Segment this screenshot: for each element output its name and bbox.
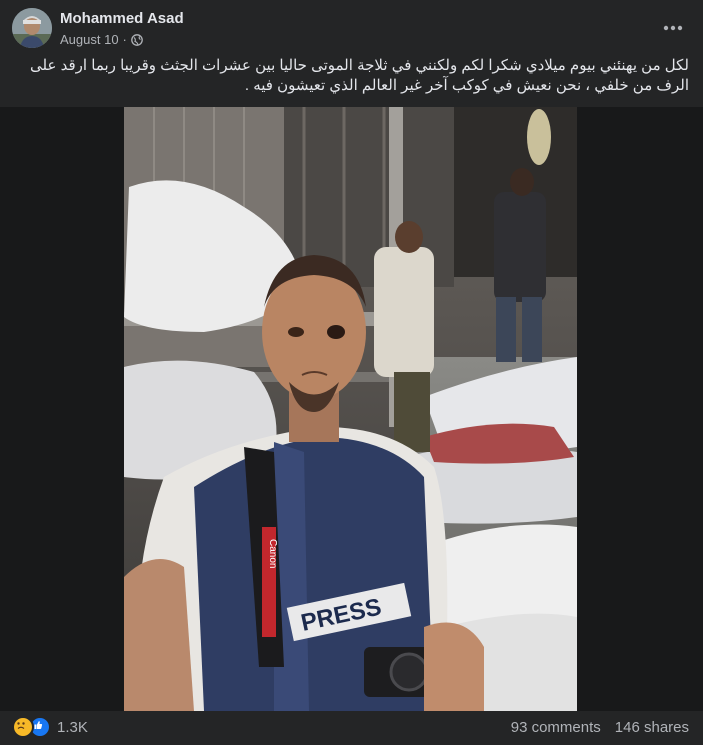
post-header: Mohammed Asad August 10 · — [12, 8, 691, 50]
avatar[interactable] — [12, 8, 52, 48]
more-options-icon — [663, 25, 683, 31]
photo-illustration: Canon PRESS — [124, 107, 577, 711]
post-photo[interactable]: Canon PRESS — [124, 107, 577, 711]
avatar-image — [12, 8, 52, 48]
facebook-post: Mohammed Asad August 10 · لكل من يهنئني … — [0, 0, 703, 745]
author-name[interactable]: Mohammed Asad — [60, 10, 184, 27]
media-area: Canon PRESS — [0, 107, 703, 711]
more-options-button[interactable] — [659, 14, 687, 42]
post-meta: August 10 · — [60, 32, 143, 47]
meta-separator: · — [122, 32, 127, 47]
globe-icon — [131, 33, 143, 46]
post-footer: 1.3K 93 comments 146 shares — [12, 713, 689, 741]
sad-icon — [12, 716, 34, 738]
reactions-summary[interactable]: 1.3K — [12, 716, 88, 738]
post-date[interactable]: August 10 — [60, 32, 119, 47]
strap-brand-label: Canon — [267, 539, 278, 568]
comments-count[interactable]: 93 comments — [511, 719, 601, 736]
post-caption: لكل من يهنئني بيوم ميلادي شكرا لكم ولكنن… — [30, 57, 689, 94]
shares-count[interactable]: 146 shares — [615, 719, 689, 736]
reaction-count: 1.3K — [57, 718, 88, 736]
